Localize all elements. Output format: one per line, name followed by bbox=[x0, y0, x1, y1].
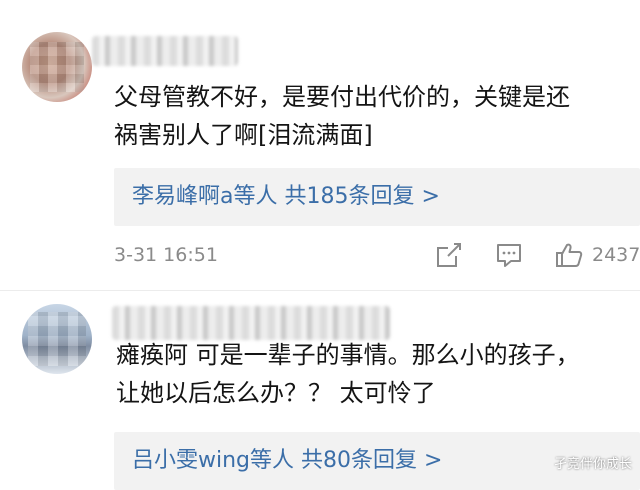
comment-text: 父母管教不好，是要付出代价的，关键是还 祸害别人了啊[泪流满面] bbox=[114, 78, 634, 154]
comment-meta: 3-31 16:51 2437 bbox=[114, 240, 640, 276]
comment-text-line: 父母管教不好，是要付出代价的，关键是还 bbox=[114, 83, 570, 111]
username-blurred[interactable] bbox=[112, 306, 390, 340]
comment-item: 父母管教不好，是要付出代价的，关键是还 祸害别人了啊[泪流满面] 李易峰啊a等人… bbox=[0, 0, 640, 292]
like-icon[interactable] bbox=[554, 240, 584, 270]
comment-icon[interactable] bbox=[494, 240, 524, 270]
share-icon[interactable] bbox=[434, 240, 464, 270]
avatar[interactable] bbox=[22, 32, 92, 102]
divider bbox=[0, 290, 640, 291]
comment-text-line: 让她以后怎么办？？ 太可怜了 bbox=[116, 379, 436, 407]
comment-text-line: 祸害别人了啊[泪流满面] bbox=[114, 121, 373, 149]
like-count: 2437 bbox=[592, 244, 640, 266]
comment-text: 瘫痪阿 可是一辈子的事情。那么小的孩子， 让她以后怎么办？？ 太可怜了 bbox=[116, 336, 636, 412]
comment-text-line: 瘫痪阿 可是一辈子的事情。那么小的孩子， bbox=[116, 341, 580, 369]
comment-item: 瘫痪阿 可是一辈子的事情。那么小的孩子， 让她以后怎么办？？ 太可怜了 吕小雯w… bbox=[0, 292, 640, 490]
replies-link[interactable]: 李易峰啊a等人 共185条回复 > bbox=[114, 168, 640, 226]
avatar[interactable] bbox=[22, 304, 92, 374]
watermark: 孑竞伴你成长 bbox=[553, 457, 632, 472]
timestamp: 3-31 16:51 bbox=[114, 244, 218, 266]
username-blurred[interactable] bbox=[92, 36, 238, 66]
